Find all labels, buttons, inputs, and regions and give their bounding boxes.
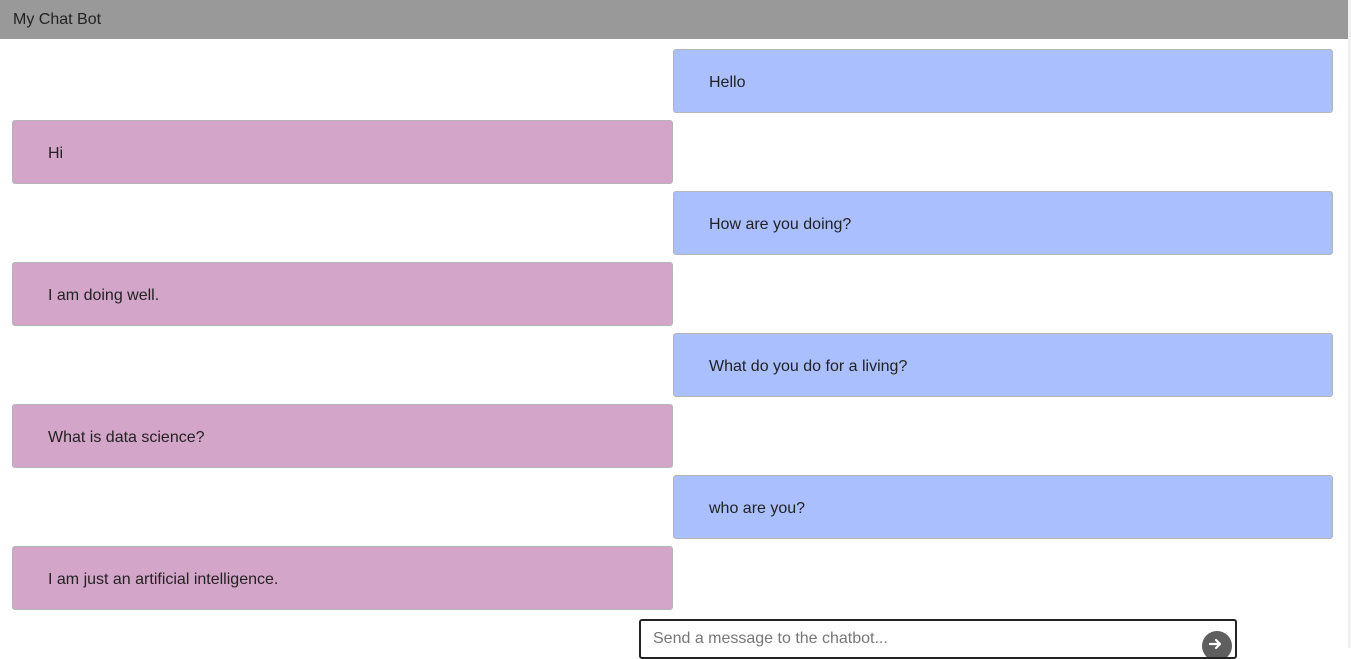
message-text: How are you doing? (709, 216, 852, 233)
message-composer (639, 619, 1237, 659)
message-text: What do you do for a living? (709, 358, 908, 375)
message-text: I am just an artificial intelligence. (48, 571, 279, 588)
bot-message: What is data science? (12, 404, 673, 468)
send-arrow-icon (1208, 638, 1222, 650)
message-text: Hello (709, 74, 746, 91)
user-message: What do you do for a living? (673, 333, 1333, 397)
user-message: who are you? (673, 475, 1333, 539)
message-text: I am doing well. (48, 287, 160, 304)
bot-message: Hi (12, 120, 673, 184)
send-button[interactable] (1202, 631, 1232, 657)
message-input[interactable] (653, 629, 1193, 649)
app-title: My Chat Bot (13, 11, 102, 28)
bot-message: I am doing well. (12, 262, 673, 326)
bot-message: I am just an artificial intelligence. (12, 546, 673, 610)
app-header: My Chat Bot (0, 0, 1348, 39)
message-text: who are you? (709, 500, 806, 517)
user-message: How are you doing? (673, 191, 1333, 255)
message-text: Hi (48, 145, 64, 162)
message-text: What is data science? (48, 429, 205, 446)
user-message: Hello (673, 49, 1333, 113)
